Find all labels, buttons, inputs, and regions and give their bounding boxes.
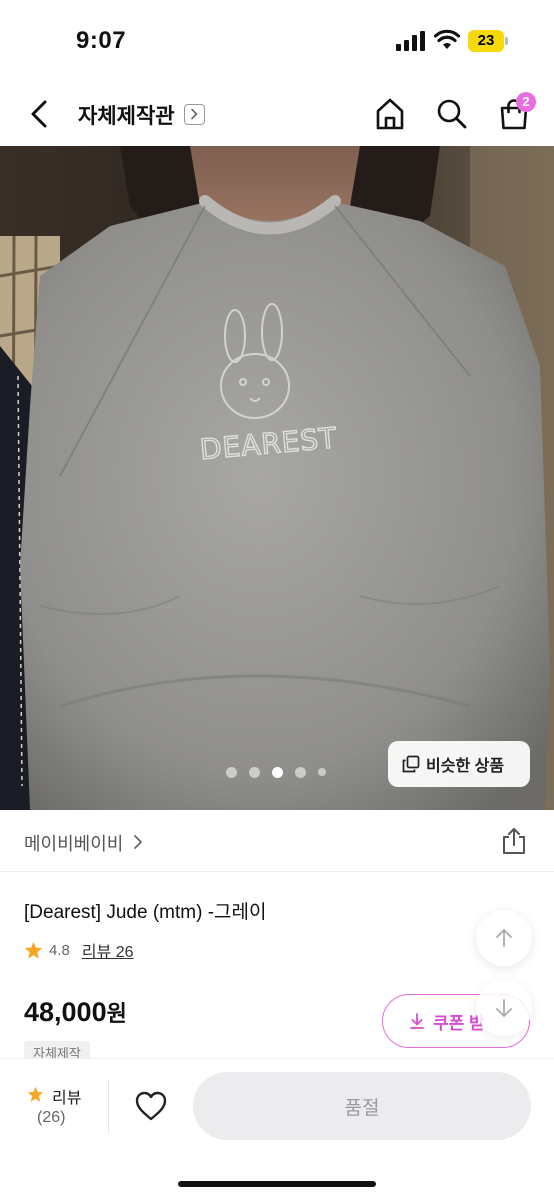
divider (108, 1079, 109, 1133)
product-image[interactable]: DEAREST (0, 146, 554, 810)
arrow-down-icon (496, 999, 512, 1017)
scroll-bottom-button[interactable] (476, 980, 532, 1036)
similar-products-label: 비슷한 상품 (426, 758, 505, 775)
page-dot-2[interactable] (249, 766, 260, 778)
page-dot-4[interactable] (295, 766, 306, 778)
page-dot-1[interactable] (226, 766, 237, 778)
page-title[interactable]: 자체제작관 (78, 100, 175, 130)
home-icon[interactable] (374, 97, 406, 131)
review-summary[interactable]: 리뷰 (26) (24, 1083, 94, 1133)
search-icon[interactable] (436, 97, 468, 131)
gallery-pagination (226, 766, 326, 778)
shop-row[interactable]: 메이비베이비 (0, 810, 554, 872)
heart-icon[interactable] (134, 1090, 168, 1122)
battery-icon: 23 (468, 30, 508, 52)
page-dot-5[interactable] (318, 768, 326, 776)
product-price: 48,000원 (24, 996, 127, 1028)
signal-icon (396, 31, 425, 51)
status-time: 9:07 (76, 27, 127, 54)
star-icon (24, 941, 43, 959)
rating-value: 4.8 (49, 941, 70, 959)
shop-name[interactable]: 메이비베이비 (24, 830, 123, 856)
chevron-right-icon[interactable] (184, 104, 205, 125)
star-icon (27, 1086, 44, 1102)
bottom-action-bar: 리뷰 (26) 품절 (0, 1058, 554, 1200)
review-label: 리뷰 (52, 1090, 82, 1107)
status-bar: 9:07 23 (0, 0, 554, 82)
arrow-up-icon (496, 929, 512, 947)
download-icon (410, 1013, 424, 1029)
review-link[interactable]: 리뷰 26 (82, 938, 134, 962)
price-unit: 원 (106, 1001, 127, 1026)
review-count: (26) (37, 1109, 66, 1126)
rating-row: 4.8 리뷰 26 (24, 938, 134, 962)
similar-products-button[interactable]: 비슷한 상품 (388, 741, 530, 787)
price-amount: 48,000 (24, 997, 107, 1027)
copy-icon (402, 755, 420, 773)
scroll-top-button[interactable] (476, 910, 532, 966)
wifi-icon (434, 29, 460, 49)
battery-level: 23 (477, 32, 495, 49)
back-icon[interactable] (24, 96, 56, 132)
chevron-right-icon (134, 835, 142, 849)
home-indicator (178, 1181, 376, 1187)
page-dot-3[interactable] (272, 766, 283, 778)
cart-count-badge: 2 (516, 92, 536, 112)
sold-out-button[interactable]: 품절 (193, 1072, 531, 1140)
share-icon[interactable] (500, 826, 528, 856)
product-title: [Dearest] Jude (mtm) -그레이 (24, 902, 267, 923)
nav-bar: 자체제작관 2 (0, 82, 554, 146)
